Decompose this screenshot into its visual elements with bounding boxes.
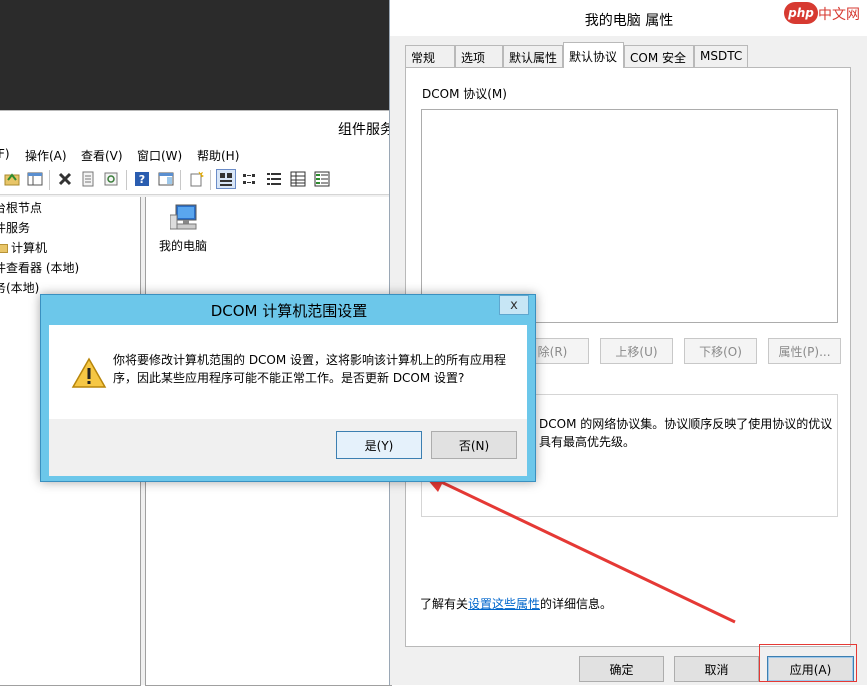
- toolbar-separator: [126, 170, 127, 190]
- status-view-icon[interactable]: [312, 169, 332, 189]
- move-down-button[interactable]: 下移(O): [684, 338, 757, 364]
- tree-item-services[interactable]: 务(本地): [0, 279, 39, 296]
- toolbar-separator: [180, 170, 181, 190]
- up-folder-icon[interactable]: [2, 169, 22, 189]
- tab-default-properties[interactable]: 默认属性: [503, 45, 563, 67]
- tab-default-protocols[interactable]: 默认协议: [563, 42, 624, 68]
- toolbar: ?: [0, 165, 392, 195]
- tab-general[interactable]: 常规: [405, 45, 455, 67]
- modal-footer: 是(Y) 否(N): [49, 419, 527, 476]
- window-title: 组件服务: [338, 122, 394, 138]
- show-hide-action-pane-icon[interactable]: [156, 169, 176, 189]
- apply-button[interactable]: 应用(A): [767, 656, 854, 682]
- list-view-icon[interactable]: [264, 169, 284, 189]
- new-item-icon[interactable]: [186, 169, 206, 189]
- watermark-logo: php: [784, 2, 818, 24]
- dcom-protocols-list[interactable]: [421, 109, 838, 323]
- toolbar-separator: [49, 170, 50, 190]
- show-hide-tree-icon[interactable]: [25, 169, 45, 189]
- properties-icon[interactable]: [78, 169, 98, 189]
- yes-button[interactable]: 是(Y): [336, 431, 422, 459]
- toolbar-separator: [210, 170, 211, 190]
- modal-title: DCOM 计算机范围设置: [210, 302, 368, 320]
- cancel-button[interactable]: 取消: [674, 656, 759, 682]
- modal-body: 你将要修改计算机范围的 DCOM 设置，这将影响该计算机上的所有应用程序，因此某…: [49, 325, 527, 476]
- computer-icon[interactable]: [169, 203, 200, 231]
- menu-view[interactable]: 查看(V): [81, 147, 123, 164]
- menu-window[interactable]: 窗口(W): [137, 147, 182, 164]
- close-button[interactable]: x: [499, 295, 529, 315]
- small-icons-view-icon[interactable]: [240, 169, 260, 189]
- menu-help[interactable]: 帮助(H): [197, 147, 239, 164]
- description-text: DCOM 的网络协议集。协议顺序反映了使用协议的优议具有最高优先级。: [539, 417, 833, 449]
- tree-item-component-services[interactable]: 件服务: [0, 219, 30, 236]
- warning-icon: [71, 357, 107, 389]
- watermark-text: 中文网: [818, 7, 860, 23]
- menu-action[interactable]: 操作(A): [25, 147, 67, 164]
- window-titlebar: 组件服务: [0, 111, 394, 145]
- my-computer-label[interactable]: 我的电脑: [159, 237, 207, 254]
- tree-item-event-viewer[interactable]: 件查看器 (本地): [0, 259, 79, 276]
- svg-text:?: ?: [139, 173, 145, 186]
- large-icons-view-icon[interactable]: [216, 169, 236, 189]
- ok-button[interactable]: 确定: [579, 656, 664, 682]
- menu-bar: F) 操作(A) 查看(V) 窗口(W) 帮助(H): [0, 145, 392, 165]
- refresh-icon[interactable]: [101, 169, 121, 189]
- tab-com-security[interactable]: COM 安全: [624, 45, 694, 67]
- folder-icon: [0, 244, 8, 253]
- dcom-protocols-label: DCOM 协议(M): [422, 87, 507, 101]
- tree-item-label: 计算机: [11, 241, 48, 255]
- tree-item-console-root[interactable]: 台根节点: [0, 199, 42, 216]
- more-info-link[interactable]: 设置这些属性: [468, 597, 540, 611]
- dcom-settings-dialog: DCOM 计算机范围设置 x 你将要修改计算机范围的 DCOM 设置，这将影响该…: [40, 294, 536, 482]
- move-up-button[interactable]: 上移(U): [600, 338, 673, 364]
- detail-view-icon[interactable]: [288, 169, 308, 189]
- watermark: php 中文网: [784, 2, 867, 24]
- no-button[interactable]: 否(N): [431, 431, 517, 459]
- tab-options[interactable]: 选项: [455, 45, 503, 67]
- protocol-properties-button[interactable]: 属性(P)...: [768, 338, 841, 364]
- more-info-suffix: 的详细信息。: [540, 597, 613, 611]
- tab-msdtc[interactable]: MSDTC: [694, 45, 748, 67]
- help-icon[interactable]: ?: [132, 169, 152, 189]
- delete-icon[interactable]: [55, 169, 75, 189]
- tree-item-computers[interactable]: 计算机: [0, 239, 47, 256]
- menu-file[interactable]: F): [0, 147, 10, 161]
- more-info-text: 了解有关设置这些属性的详细信息。: [420, 595, 612, 612]
- desktop-background: [0, 0, 390, 110]
- more-info-prefix: 了解有关: [420, 597, 469, 611]
- modal-message: 你将要修改计算机范围的 DCOM 设置，这将影响该计算机上的所有应用程序，因此某…: [113, 353, 507, 385]
